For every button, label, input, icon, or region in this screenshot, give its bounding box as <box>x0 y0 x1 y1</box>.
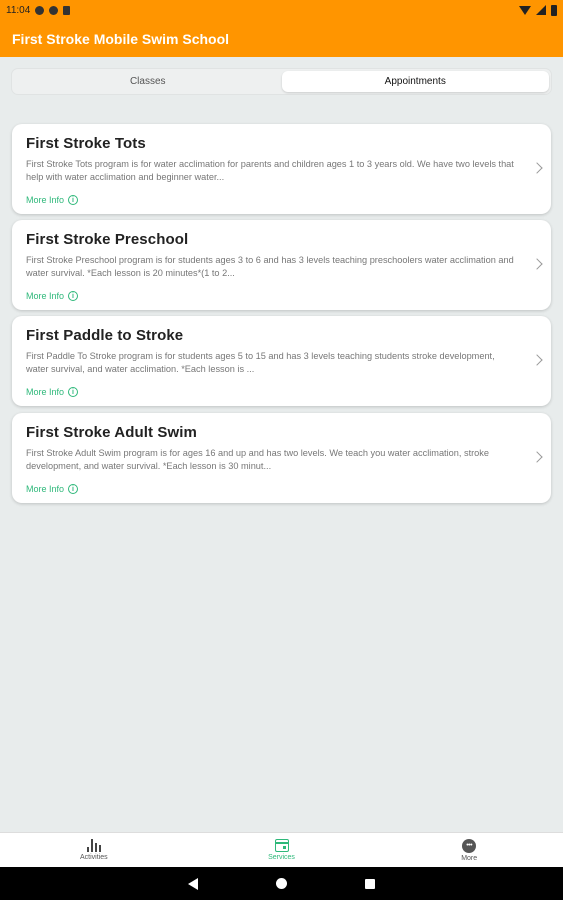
wifi-icon <box>519 5 531 15</box>
service-card[interactable]: First Stroke Tots First Stroke Tots prog… <box>12 124 551 214</box>
card-title: First Stroke Tots <box>26 135 146 152</box>
home-icon[interactable] <box>276 878 287 889</box>
chevron-right-icon <box>531 354 543 366</box>
more-info-link[interactable]: More Info i <box>26 387 79 397</box>
info-icon: i <box>68 387 79 397</box>
chevron-right-icon <box>531 162 543 174</box>
card-description: First Paddle To Stroke program is for st… <box>26 351 495 374</box>
info-icon: i <box>68 484 79 494</box>
nav-label: More <box>461 854 478 862</box>
bar-chart-icon <box>86 839 102 852</box>
bottom-navigation: Activities Services ••• More <box>0 832 563 867</box>
more-info-label: More Info <box>26 387 65 397</box>
app-title: First Stroke Mobile Swim School <box>12 30 230 47</box>
service-card[interactable]: First Paddle to Stroke First Paddle To S… <box>12 316 551 406</box>
nav-services[interactable]: Services <box>188 833 376 867</box>
nav-more[interactable]: ••• More <box>375 833 563 867</box>
card-title: First Stroke Adult Swim <box>26 424 197 441</box>
app-bar: First Stroke Mobile Swim School <box>0 20 563 57</box>
status-time: 11:04 <box>6 4 31 16</box>
card-title: First Paddle to Stroke <box>26 327 184 344</box>
card-title: First Stroke Preschool <box>26 231 189 248</box>
system-navigation-bar <box>0 867 563 900</box>
service-card[interactable]: First Stroke Adult Swim First Stroke Adu… <box>12 413 551 503</box>
tab-appointments[interactable]: Appointments <box>281 71 549 92</box>
more-icon: ••• <box>462 838 477 853</box>
service-card[interactable]: First Stroke Preschool First Stroke Pres… <box>12 220 551 310</box>
sd-card-icon <box>63 5 71 15</box>
segmented-control: Classes Appointments <box>11 68 552 95</box>
back-icon[interactable] <box>188 877 198 890</box>
more-info-label: More Info <box>26 195 65 205</box>
more-info-label: More Info <box>26 291 65 301</box>
recent-apps-icon[interactable] <box>365 878 375 889</box>
info-icon: i <box>68 291 79 301</box>
signal-icon <box>536 5 546 15</box>
more-info-label: More Info <box>26 484 65 494</box>
chevron-right-icon <box>531 258 543 270</box>
more-info-link[interactable]: More Info i <box>26 195 79 205</box>
notification-icon <box>49 5 59 15</box>
notification-icon <box>35 5 45 15</box>
card-description: First Stroke Adult Swim program is for a… <box>26 448 489 471</box>
nav-activities[interactable]: Activities <box>0 833 188 867</box>
card-description: First Stroke Tots program is for water a… <box>26 159 514 182</box>
tab-classes[interactable]: Classes <box>14 71 282 92</box>
card-description: First Stroke Preschool program is for st… <box>26 255 514 278</box>
battery-icon <box>551 4 557 16</box>
more-info-link[interactable]: More Info i <box>26 291 79 301</box>
calendar-icon <box>274 839 289 852</box>
more-info-link[interactable]: More Info i <box>26 484 79 494</box>
status-bar: 11:04 <box>0 0 563 20</box>
info-icon: i <box>68 195 79 205</box>
chevron-right-icon <box>531 451 543 463</box>
nav-label: Activities <box>80 854 108 861</box>
nav-label: Services <box>268 854 295 861</box>
